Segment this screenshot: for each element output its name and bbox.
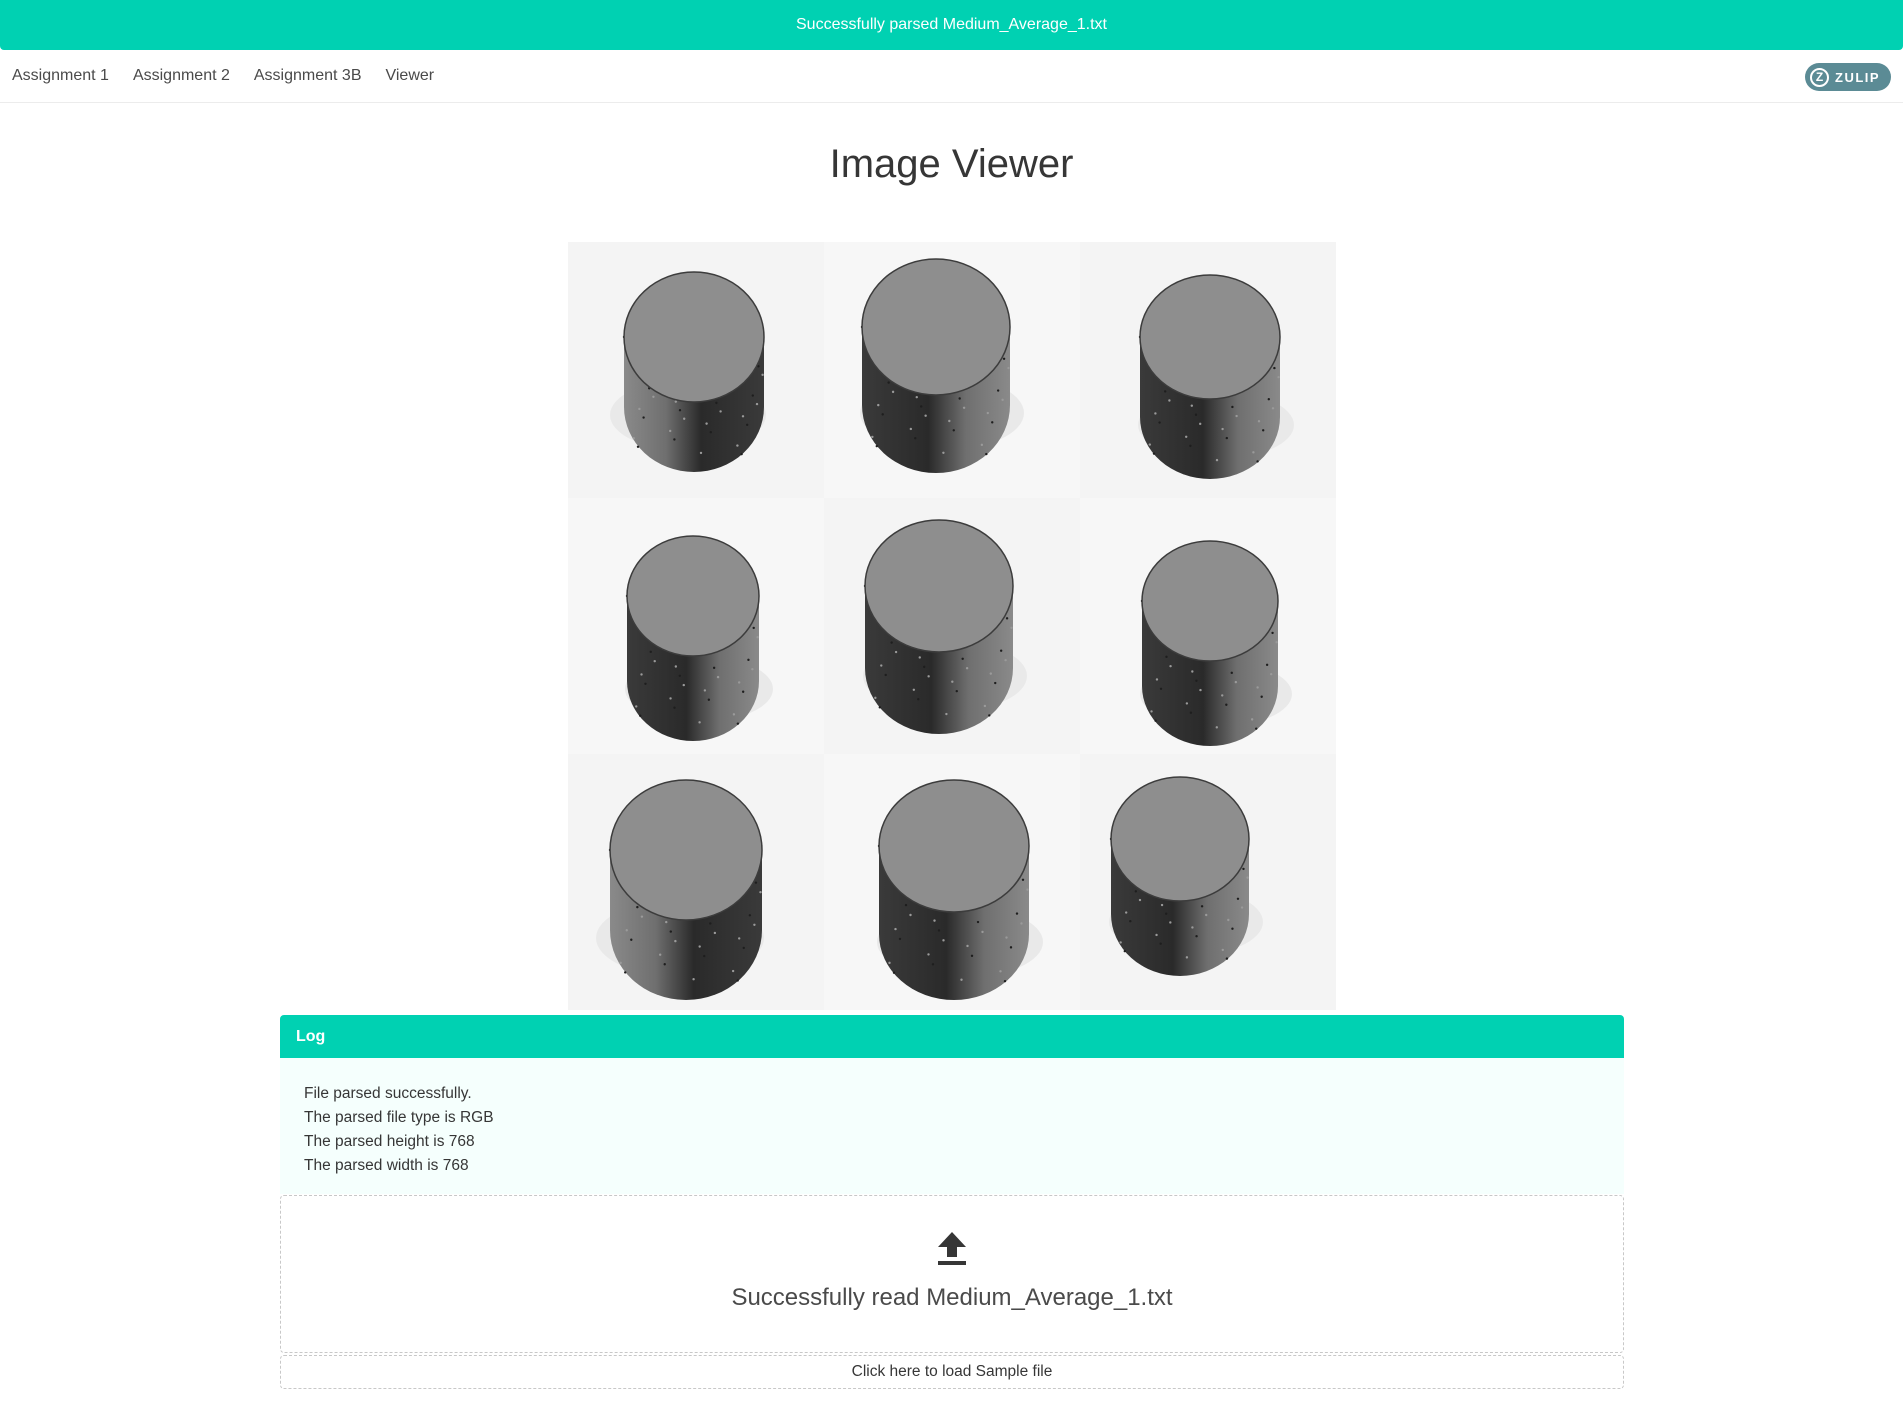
grid-image — [568, 754, 824, 1010]
top-navbar: Assignment 1 Assignment 2 Assignment 3B … — [0, 50, 1903, 103]
grid-image — [824, 498, 1080, 754]
zulip-label: ZULIP — [1835, 69, 1881, 85]
nav-item-viewer[interactable]: Viewer — [385, 67, 434, 85]
nav-item-assignment-3b[interactable]: Assignment 3B — [254, 67, 362, 85]
load-sample-file-button[interactable]: Click here to load Sample file — [280, 1355, 1624, 1389]
log-line: File parsed successfully. — [304, 1085, 472, 1102]
grid-image — [824, 754, 1080, 1010]
cylinder-image — [596, 779, 764, 1000]
page-title: Image Viewer — [829, 142, 1074, 186]
log-title: Log — [296, 1027, 326, 1045]
notification-text: Successfully parsed Medium_Average_1.txt — [796, 16, 1107, 33]
log-header: Log — [280, 1015, 1624, 1058]
nav-item-assignment-2[interactable]: Assignment 2 — [133, 67, 230, 85]
grid-image — [1080, 242, 1336, 498]
notification-banner: Successfully parsed Medium_Average_1.txt — [0, 0, 1903, 50]
log-line: The parsed width is 768 — [304, 1157, 469, 1174]
zulip-logo-icon: Z — [1810, 67, 1829, 87]
grid-image — [568, 242, 824, 498]
cylinder-image — [1138, 274, 1294, 479]
file-upload-dropzone[interactable]: Successfully read Medium_Average_1.txt — [280, 1195, 1624, 1353]
image-grid — [568, 242, 1336, 1010]
load-sample-label: Click here to load Sample file — [851, 1363, 1053, 1380]
cylinder-image — [877, 779, 1043, 1000]
cylinder-image — [860, 258, 1024, 473]
cylinder-image — [625, 535, 773, 741]
log-line: The parsed height is 768 — [304, 1133, 475, 1150]
grid-image — [1080, 498, 1336, 754]
log-line: The parsed file type is RGB — [304, 1109, 494, 1126]
grid-image — [568, 498, 824, 754]
log-body: File parsed successfully. The parsed fil… — [280, 1058, 1624, 1194]
cylinder-image — [1109, 776, 1263, 976]
nav-links: Assignment 1 Assignment 2 Assignment 3B … — [0, 67, 458, 85]
cylinder-image — [863, 519, 1027, 734]
upload-status-text: Successfully read Medium_Average_1.txt — [731, 1284, 1173, 1311]
grid-image — [1080, 754, 1336, 1010]
grid-image — [824, 242, 1080, 498]
zulip-badge[interactable]: Z ZULIP — [1805, 63, 1891, 91]
cylinder-image — [610, 271, 766, 472]
nav-item-assignment-1[interactable]: Assignment 1 — [12, 67, 109, 85]
upload-icon — [938, 1232, 966, 1265]
cylinder-image — [1140, 540, 1292, 746]
